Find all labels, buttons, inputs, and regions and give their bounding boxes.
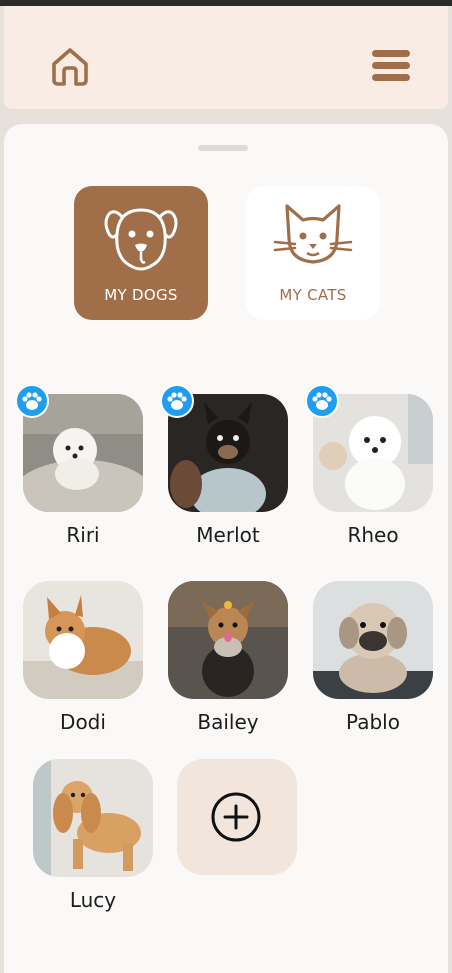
- add-pet-button[interactable]: [177, 759, 297, 875]
- pet-name: Lucy: [69, 888, 117, 912]
- pet-photo: [168, 581, 288, 699]
- pet-name: Riri: [66, 523, 100, 547]
- cat-face-icon: [273, 204, 353, 264]
- pet-name: Merlot: [196, 523, 260, 547]
- pet-photo: [23, 581, 143, 699]
- paw-badge: [160, 384, 194, 418]
- pet-card-bailey[interactable]: Bailey: [160, 581, 290, 751]
- pet-card-lucy[interactable]: Lucy: [25, 759, 155, 929]
- pet-name: Dodi: [60, 710, 106, 734]
- pet-card-dodi[interactable]: Dodi: [15, 581, 145, 751]
- home-button[interactable]: [48, 44, 92, 88]
- pet-card-rheo[interactable]: Rheo: [305, 384, 435, 564]
- bottom-sheet: MY DOGS MY CATS Riri Merlot Rheo Dodi Ba…: [4, 124, 448, 973]
- pet-card-merlot[interactable]: Merlot: [160, 384, 290, 564]
- paw-icon: [312, 392, 332, 410]
- pet-card-pablo[interactable]: Pablo: [305, 581, 435, 751]
- paw-icon: [22, 392, 42, 410]
- plus-circle-icon: [211, 792, 261, 842]
- paw-badge: [305, 384, 339, 418]
- my-dogs-label: MY DOGS: [104, 286, 178, 304]
- paw-icon: [167, 392, 187, 410]
- my-cats-label: MY CATS: [279, 286, 347, 304]
- my-cats-button[interactable]: MY CATS: [246, 186, 380, 320]
- pet-name: Pablo: [346, 710, 400, 734]
- pet-name: Rheo: [347, 523, 399, 547]
- paw-badge: [15, 384, 49, 418]
- sheet-drag-handle[interactable]: [198, 145, 248, 151]
- my-dogs-button[interactable]: MY DOGS: [74, 186, 208, 320]
- menu-button[interactable]: [370, 48, 414, 88]
- pet-card-riri[interactable]: Riri: [15, 384, 145, 564]
- dog-face-icon: [104, 208, 178, 271]
- top-app-bar: [4, 6, 448, 109]
- home-icon: [52, 48, 88, 86]
- hamburger-menu-icon: [372, 50, 410, 81]
- pet-photo: [313, 581, 433, 699]
- pet-photo: [33, 759, 153, 877]
- pet-name: Bailey: [197, 710, 259, 734]
